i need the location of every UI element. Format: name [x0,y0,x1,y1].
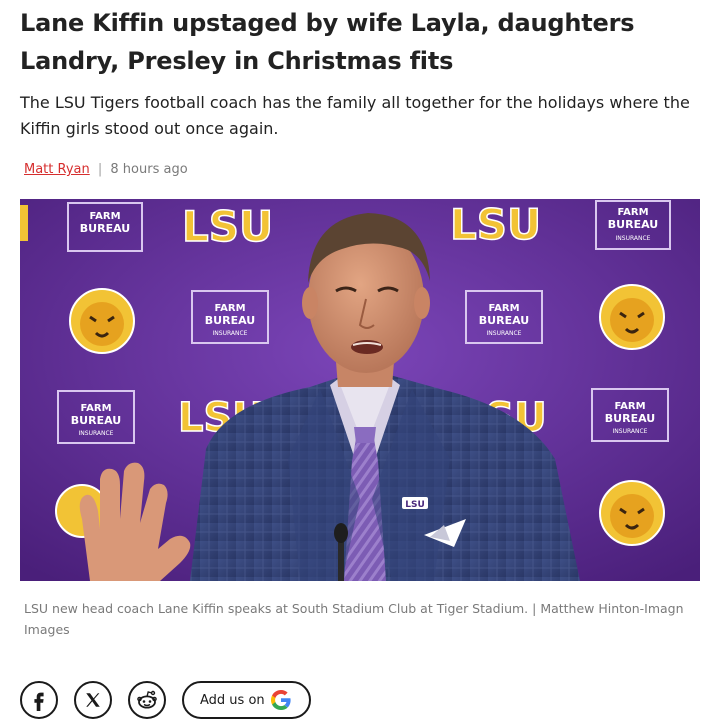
svg-text:FARM: FARM [617,207,648,218]
share-reddit-button[interactable] [128,681,166,719]
byline: Matt Ryan | 8 hours ago [24,162,188,177]
svg-text:LSU: LSU [182,202,273,251]
svg-text:FARM: FARM [614,401,645,412]
svg-text:FARM: FARM [488,303,519,314]
photo-caption: LSU new head coach Lane Kiffin speaks at… [24,601,684,637]
svg-text:BUREAU: BUREAU [479,314,529,327]
svg-text:BUREAU: BUREAU [605,412,655,425]
share-facebook-button[interactable] [20,681,58,719]
add-us-on-google-button[interactable]: Add us on [182,681,311,719]
share-x-button[interactable] [74,681,112,719]
svg-text:FARM: FARM [80,403,111,414]
svg-text:FARM: FARM [214,303,245,314]
tiger-logo [599,480,665,546]
article-dek: The LSU Tigers football coach has the fa… [20,93,690,138]
add-us-on-label: Add us on [200,692,265,708]
svg-text:INSURANCE: INSURANCE [487,330,522,337]
svg-text:LSU: LSU [450,200,541,249]
svg-text:BUREAU: BUREAU [71,414,121,427]
article-photo: LSU LSU LSU LSU FARM BUREAU FARM BUREAU … [20,199,700,581]
lsu-wordmark: LSU [181,201,274,252]
facebook-icon [34,692,44,711]
svg-text:INSURANCE: INSURANCE [213,330,248,337]
x-icon [86,693,100,707]
reddit-icon [137,690,157,709]
tiger-logo [69,288,135,354]
svg-text:INSURANCE: INSURANCE [616,235,651,242]
google-g-icon [269,688,293,712]
article-headline: Lane Kiffin upstaged by wife Layla, daug… [20,9,635,75]
svg-text:FARM: FARM [89,211,120,222]
share-bar: Add us on [20,680,311,720]
author-link[interactable]: Matt Ryan [24,162,90,177]
lsu-wordmark: LSU [449,199,542,250]
publish-time: 8 hours ago [110,162,188,177]
svg-text:BUREAU: BUREAU [608,218,658,231]
byline-separator: | [97,162,103,177]
svg-text:INSURANCE: INSURANCE [613,428,648,435]
tiger-logo [599,284,665,350]
svg-text:INSURANCE: INSURANCE [79,430,114,437]
svg-text:BUREAU: BUREAU [80,222,130,235]
svg-text:BUREAU: BUREAU [205,314,255,327]
svg-text:LSU: LSU [405,500,425,510]
